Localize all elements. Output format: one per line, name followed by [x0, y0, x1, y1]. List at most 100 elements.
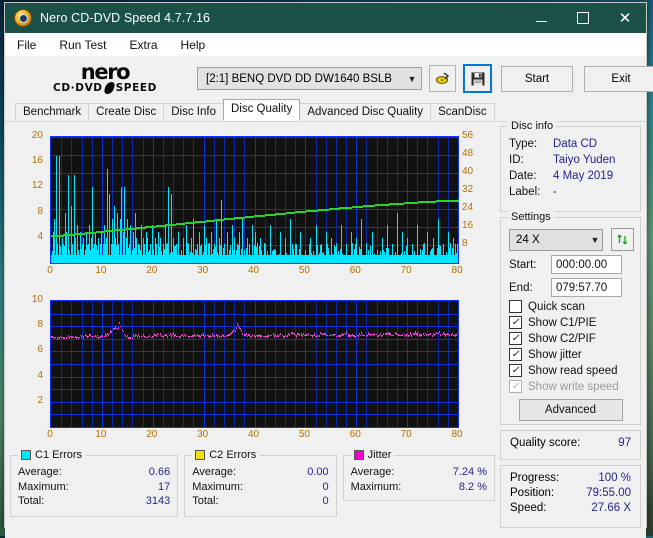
menu-file[interactable]: File [15, 37, 38, 53]
disc-type-value: Data CD [553, 136, 597, 152]
checkbox-label: Show C2/PIF [528, 333, 596, 345]
table-row: Total: 3143 [18, 494, 170, 509]
jitter-average-value: 7.24 % [453, 465, 487, 480]
y-tick-label: 8 [10, 320, 43, 330]
menu-run-test[interactable]: Run Test [57, 37, 108, 53]
y2-tick-label: 16 [462, 221, 488, 231]
c1-errors-title: C1 Errors [18, 449, 85, 461]
toolbar: nero CD·DVD SPEED [2:1] BENQ DVD DD DW16… [5, 56, 646, 101]
menu-help[interactable]: Help [179, 37, 208, 53]
y2-tick-label: 40 [462, 167, 488, 177]
speed-select[interactable]: 24 X ▼ [509, 229, 603, 251]
refresh-button[interactable] [611, 228, 634, 251]
progress-row: Progress: 100 % [501, 471, 640, 486]
eject-button[interactable] [429, 65, 456, 92]
c1-error-chart: 4 8 12 16 20 8 16 24 32 40 48 56 0 10 20 30 40 50 60 70 80 [10, 126, 495, 284]
minimize-button[interactable] [520, 3, 562, 33]
jitter-maximum-value: 8.2 % [459, 480, 487, 495]
c1-errors-group: C1 Errors Average: 0.66 Maximum: 17 Total:… [10, 455, 178, 517]
disc-type-key: Type: [509, 136, 553, 152]
x-tick-label: 0 [38, 430, 62, 440]
menu-extra[interactable]: Extra [127, 37, 159, 53]
c2-maximum-value: 0 [322, 480, 328, 495]
y-tick-label: 10 [10, 295, 43, 305]
disc-info-label-row: Label: - [501, 184, 640, 200]
charts-column: 4 8 12 16 20 8 16 24 32 40 48 56 0 10 20 30 40 50 60 70 80 2… [10, 126, 495, 533]
save-button[interactable] [463, 64, 492, 93]
x-tick-label: 70 [394, 266, 418, 276]
x-tick-label: 20 [140, 430, 164, 440]
checkbox-show-read-speed[interactable]: ✓ Show read speed [501, 364, 640, 377]
c2-errors-label: C2 Errors [209, 449, 256, 461]
checkbox-icon: ✓ [509, 316, 522, 329]
y-tick-label: 4 [10, 371, 43, 381]
checkbox-show-c2-pif[interactable]: ✓ Show C2/PIF [501, 332, 640, 345]
c1-errors-label: C1 Errors [35, 449, 82, 461]
maximize-button[interactable] [562, 3, 604, 33]
tab-advanced-disc-quality[interactable]: Advanced Disc Quality [299, 103, 431, 121]
disc-date-key: Date: [509, 168, 553, 184]
tab-content-disc-quality: 4 8 12 16 20 8 16 24 32 40 48 56 0 10 20 30 40 50 60 70 80 2… [5, 121, 646, 538]
y-tick-label: 12 [10, 181, 43, 191]
speed-row: Speed: 27.66 X [501, 501, 640, 516]
y-tick-label: 4 [10, 232, 43, 242]
y2-tick-label: 32 [462, 185, 488, 195]
progress-group: Progress: 100 % Position: 79:55.00 Speed: 2… [500, 465, 641, 528]
c1-average-key: Average: [18, 465, 62, 480]
disc-info-type-row: Type: Data CD [501, 136, 640, 152]
jitter-maximum-key: Maximum: [351, 480, 402, 495]
checkbox-label: Show write speed [528, 381, 619, 393]
position-row: Position: 79:55.00 [501, 486, 640, 501]
app-window: Nero CD-DVD Speed 4.7.7.16 ✕ File Run Te… [4, 2, 647, 528]
tab-benchmark[interactable]: Benchmark [15, 103, 89, 121]
disc-id-key: ID: [509, 152, 553, 168]
c2-errors-title: C2 Errors [192, 449, 259, 461]
disc-label-key: Label: [509, 184, 553, 200]
x-tick-label: 70 [394, 430, 418, 440]
checkbox-show-write-speed: ✓ Show write speed [501, 380, 640, 393]
x-tick-label: 50 [292, 266, 316, 276]
jitter-average-key: Average: [351, 465, 395, 480]
x-tick-label: 10 [89, 266, 113, 276]
c2-average-key: Average: [192, 465, 236, 480]
progress-value: 100 % [598, 471, 631, 486]
speed-value: 27.66 X [591, 501, 631, 516]
quality-score-value: 97 [618, 437, 631, 449]
logo-sub-right: SPEED [116, 82, 157, 94]
checkbox-label: Show C1/PIE [528, 317, 596, 329]
advanced-button[interactable]: Advanced [519, 399, 623, 421]
disc-info-id-row: ID: Taiyo Yuden [501, 152, 640, 168]
drive-select[interactable]: [2:1] BENQ DVD DD DW1640 BSLB ▼ [197, 67, 422, 90]
c2-legend-swatch [195, 450, 205, 460]
end-label: End: [509, 282, 551, 294]
logo-sub-left: CD·DVD [53, 82, 103, 94]
y2-tick-label: 48 [462, 149, 488, 159]
start-button[interactable]: Start [501, 66, 573, 92]
tab-create-disc[interactable]: Create Disc [88, 103, 164, 121]
tab-disc-quality[interactable]: Disc Quality [223, 99, 300, 121]
checkbox-quick-scan[interactable]: Quick scan [501, 300, 640, 313]
start-input[interactable]: 000:00.00 [551, 255, 622, 274]
end-input[interactable]: 079:57.70 [551, 278, 622, 297]
tab-disc-info[interactable]: Disc Info [163, 103, 224, 121]
checkbox-label: Show read speed [528, 365, 618, 377]
nero-logo: nero CD·DVD SPEED [13, 59, 193, 99]
c1-average-value: 0.66 [149, 465, 170, 480]
exit-button[interactable]: Exit [584, 66, 653, 92]
checkbox-show-c1-pie[interactable]: ✓ Show C1/PIE [501, 316, 640, 329]
checkbox-show-jitter[interactable]: ✓ Show jitter [501, 348, 640, 361]
x-tick-label: 50 [292, 430, 316, 440]
disc-info-title: Disc info [508, 120, 556, 132]
speed-key: Speed: [510, 501, 546, 516]
tab-scandisc[interactable]: ScanDisc [430, 103, 495, 121]
jitter-chart: 2 4 6 8 10 0 10 20 30 40 50 60 70 80 [10, 290, 495, 448]
checkbox-icon: ✓ [509, 380, 522, 393]
c2-total-key: Total: [192, 494, 218, 509]
title-bar: Nero CD-DVD Speed 4.7.7.16 ✕ [5, 3, 646, 33]
x-tick-label: 60 [343, 430, 367, 440]
nero-disc-icon [14, 9, 32, 27]
x-tick-label: 10 [89, 430, 113, 440]
close-button[interactable]: ✕ [604, 3, 646, 33]
table-row: Maximum: 0 [192, 480, 328, 495]
y2-tick-label: 56 [462, 131, 488, 141]
